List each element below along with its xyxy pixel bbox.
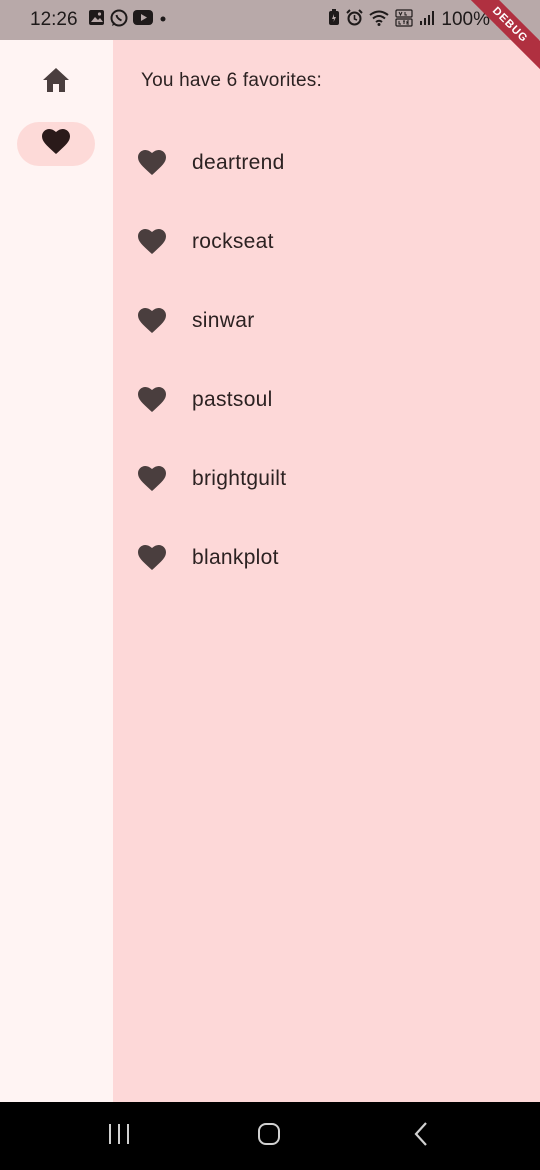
status-bar: 12:26 100%	[0, 0, 540, 40]
back-chevron-icon	[413, 1121, 429, 1152]
list-item[interactable]: sinwar	[113, 281, 540, 360]
list-item-label: blankplot	[192, 545, 279, 569]
list-item[interactable]: brightguilt	[113, 439, 540, 518]
home-button[interactable]	[249, 1116, 289, 1156]
heart-icon	[136, 463, 168, 495]
wifi-icon	[369, 10, 390, 31]
youtube-icon	[132, 10, 153, 30]
list-item[interactable]: pastsoul	[113, 360, 540, 439]
alarm-icon	[346, 9, 364, 31]
home-icon	[42, 67, 70, 98]
back-button[interactable]	[401, 1116, 441, 1156]
list-item-label: brightguilt	[192, 466, 287, 490]
favorites-page: You have 6 favorites: deartrend rockseat…	[113, 40, 540, 1102]
heart-icon	[136, 384, 168, 416]
list-item[interactable]: rockseat	[113, 202, 540, 281]
heart-icon	[136, 226, 168, 258]
favorites-list: deartrend rockseat sinwar pastsoul brigh…	[113, 123, 540, 597]
status-time: 12:26	[30, 9, 78, 30]
more-notifications-dot-icon	[158, 11, 168, 29]
notification-icons	[88, 9, 168, 32]
rail-item-home[interactable]	[17, 60, 95, 104]
list-item-label: sinwar	[192, 308, 255, 332]
rail-item-favorites[interactable]	[17, 122, 95, 166]
home-circle-icon	[257, 1122, 281, 1151]
list-item-label: rockseat	[192, 229, 274, 253]
heart-icon	[136, 542, 168, 574]
list-item[interactable]: deartrend	[113, 123, 540, 202]
heart-icon	[136, 305, 168, 337]
whatsapp-icon	[110, 9, 128, 32]
navigation-rail	[0, 40, 113, 1102]
volte-icon	[395, 8, 413, 32]
gallery-icon	[88, 9, 105, 31]
recent-apps-button[interactable]	[99, 1116, 139, 1156]
favorite-heart-icon	[41, 128, 71, 160]
list-item-label: deartrend	[192, 150, 285, 174]
list-item[interactable]: blankplot	[113, 518, 540, 597]
recent-apps-icon	[107, 1123, 131, 1150]
battery-saver-icon	[328, 9, 340, 31]
cellular-signal-icon	[419, 10, 435, 31]
heart-icon	[136, 147, 168, 179]
system-navigation-bar	[0, 1102, 540, 1170]
list-item-label: pastsoul	[192, 387, 273, 411]
favorites-count-header: You have 6 favorites:	[141, 70, 322, 91]
